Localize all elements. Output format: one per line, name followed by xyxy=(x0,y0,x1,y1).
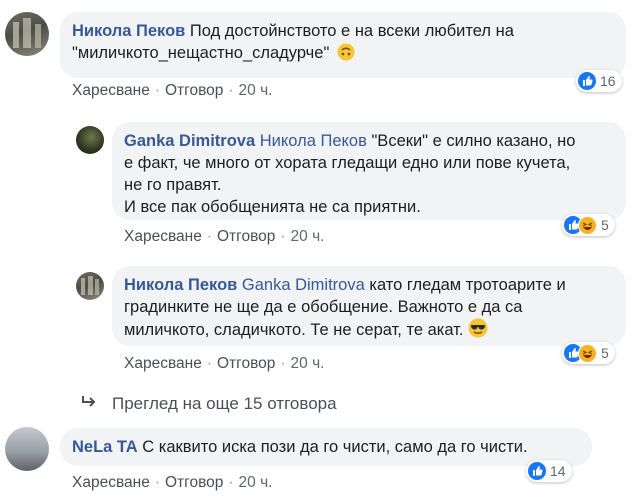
view-more-replies-label: Преглед на още 15 отговора xyxy=(112,394,337,413)
reply-button[interactable]: Отговор xyxy=(217,228,275,245)
comment-actions: Харесване · Отговор · 20 ч. xyxy=(72,474,273,491)
reply-button[interactable]: Отговор xyxy=(165,474,223,491)
like-button[interactable]: Харесване xyxy=(124,228,202,245)
avatar[interactable] xyxy=(76,126,104,154)
avatar-image-icon xyxy=(13,18,41,48)
avatar[interactable] xyxy=(5,12,49,56)
timestamp[interactable]: 20 ч. xyxy=(239,82,273,99)
comment-text-line: И все пак обобщенията не са приятни. xyxy=(124,198,421,216)
reaction-count[interactable]: 14 xyxy=(526,460,572,482)
comment-actions: Харесване · Отговор · 20 ч. xyxy=(124,355,325,372)
reaction-count[interactable]: 5 xyxy=(562,342,615,364)
comment-author[interactable]: Ganka Dimitrova xyxy=(124,132,255,150)
comment-actions: Харесване · Отговор · 20 ч. xyxy=(72,82,273,99)
timestamp[interactable]: 20 ч. xyxy=(291,228,325,245)
avatar[interactable] xyxy=(76,272,104,300)
reaction-count-value: 16 xyxy=(600,73,616,89)
sunglasses-face-icon xyxy=(468,318,488,344)
comment-bubble: Никола Пеков Ganka Dimitrova като гледам… xyxy=(112,266,626,346)
comment-bubble: Никола Пеков Под достойнството е на всек… xyxy=(60,12,626,78)
comment-author[interactable]: Никола Пеков xyxy=(72,22,185,40)
comment-bubble: Ganka Dimitrova Никола Пеков "Всеки" е с… xyxy=(112,122,626,220)
reply-arrow-icon xyxy=(80,394,100,414)
comment-text-line: миличкото, сладичкото. Те не серат, те а… xyxy=(124,321,464,339)
comment-mention[interactable]: Ganka Dimitrova xyxy=(242,276,365,294)
haha-reaction-icon xyxy=(578,215,597,235)
haha-reaction-icon xyxy=(578,343,597,363)
upside-down-face-icon xyxy=(337,43,355,67)
comment-text: С каквито иска пози да го чисти, само да… xyxy=(142,438,528,456)
comment-actions: Харесване · Отговор · 20 ч. xyxy=(124,228,325,245)
timestamp[interactable]: 20 ч. xyxy=(239,474,273,491)
comment-bubble: NeLa TA С каквито иска пози да го чисти,… xyxy=(60,428,592,466)
comment-author[interactable]: Никола Пеков xyxy=(124,276,237,294)
like-reaction-icon xyxy=(528,462,546,480)
comment-text-line: като гледам тротоарите и xyxy=(369,276,566,294)
reaction-count[interactable]: 16 xyxy=(576,70,622,92)
reaction-count-value: 5 xyxy=(601,217,609,233)
like-button[interactable]: Харесване xyxy=(124,355,202,372)
reply-button[interactable]: Отговор xyxy=(217,355,275,372)
view-more-replies-link[interactable]: Преглед на още 15 отговора xyxy=(80,394,337,414)
reaction-count-value: 5 xyxy=(601,345,609,361)
comment-text-line: градинките не ще да е обобщение. Важното… xyxy=(124,298,523,316)
comment-text-line: не го правят. xyxy=(124,176,222,194)
comment-text-line: "Всеки" е силно казано, но xyxy=(371,132,576,150)
reaction-count-value: 14 xyxy=(550,463,566,479)
reply-button[interactable]: Отговор xyxy=(165,82,223,99)
like-reaction-icon xyxy=(578,72,596,90)
comment-author[interactable]: NeLa TA xyxy=(72,438,138,456)
avatar[interactable] xyxy=(5,427,49,471)
like-button[interactable]: Харесване xyxy=(72,82,150,99)
like-button[interactable]: Харесване xyxy=(72,474,150,491)
reaction-count[interactable]: 5 xyxy=(562,214,615,236)
comment-text-line: е факт, че много от хората гледащи едно … xyxy=(124,154,571,172)
timestamp[interactable]: 20 ч. xyxy=(291,355,325,372)
comment-mention[interactable]: Никола Пеков xyxy=(260,132,367,150)
avatar-image-icon xyxy=(81,276,99,295)
